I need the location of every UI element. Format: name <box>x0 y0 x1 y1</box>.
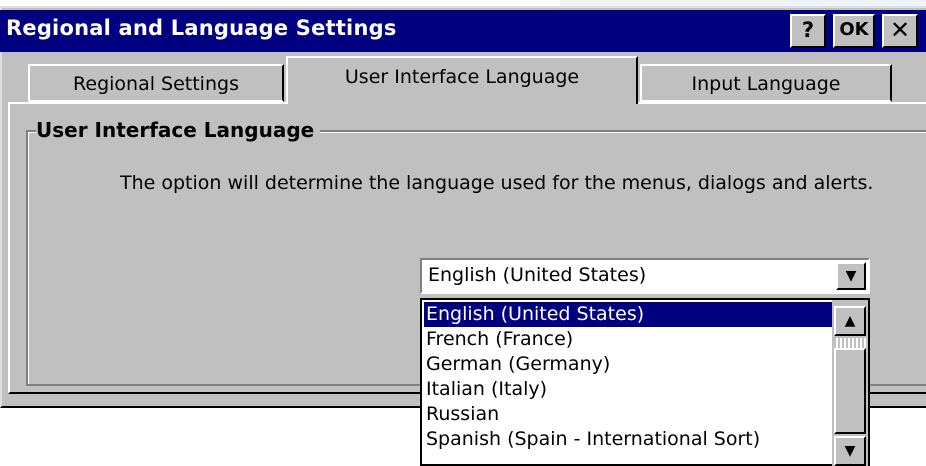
list-item-spanish[interactable]: Spanish (Spain - International Sort) <box>424 427 832 452</box>
tab-regional-settings[interactable]: Regional Settings <box>28 64 284 102</box>
groupbox-legend: User Interface Language <box>36 118 321 142</box>
list-item-russian[interactable]: Russian <box>424 402 832 427</box>
tab-input-language[interactable]: Input Language <box>640 64 892 102</box>
scroll-up-arrow-icon[interactable]: ▲ <box>834 306 866 336</box>
tab-user-interface-language[interactable]: User Interface Language <box>286 56 638 104</box>
title-bar[interactable]: Regional and Language Settings ? OK ✕ <box>0 10 926 52</box>
chevron-down-icon[interactable]: ▼ <box>836 262 866 290</box>
scrollbar-thumb[interactable] <box>834 348 866 434</box>
list-item-german[interactable]: German (Germany) <box>424 352 832 377</box>
scroll-down-arrow-icon[interactable]: ▼ <box>834 436 866 466</box>
language-combobox[interactable]: English (United States) ▼ <box>420 258 870 294</box>
scrollbar-track-pattern[interactable] <box>834 338 866 348</box>
close-button[interactable]: ✕ <box>882 14 918 48</box>
list-item-english-us[interactable]: English (United States) <box>424 302 832 327</box>
ok-button[interactable]: OK <box>833 14 875 48</box>
window-title: Regional and Language Settings <box>6 16 397 40</box>
list-item-italian[interactable]: Italian (Italy) <box>424 377 832 402</box>
list-item-french[interactable]: French (France) <box>424 327 832 352</box>
combobox-selected-value: English (United States) <box>428 264 647 286</box>
description-text: The option will determine the language u… <box>120 172 874 194</box>
list-scrollbar[interactable]: ▲ ▼ <box>832 300 868 466</box>
help-button[interactable]: ? <box>790 14 826 48</box>
language-dropdown-list[interactable]: English (United States) French (France) … <box>420 298 870 466</box>
